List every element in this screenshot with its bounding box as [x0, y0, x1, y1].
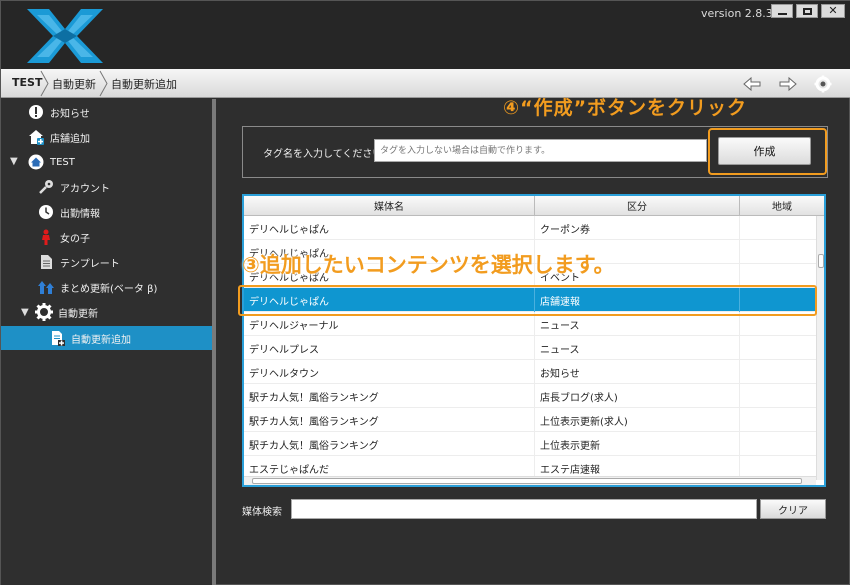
- version-label: version 2.8.3: [701, 7, 773, 20]
- home-icon: [27, 153, 45, 171]
- sidebar-item-label: TEST: [50, 156, 75, 168]
- expand-arrow-icon[interactable]: ▼: [10, 156, 18, 167]
- cell-media: デリヘルじゃぱん: [244, 216, 535, 240]
- cell-media: 駅チカ人気！風俗ランキング: [244, 408, 535, 432]
- table-row[interactable]: デリヘルタウン お知らせ: [244, 360, 816, 384]
- sidebar-item-label: 女の子: [60, 233, 90, 245]
- column-header-region[interactable]: 地域: [740, 196, 824, 216]
- annotation-step-3: ③追加したいコンテンツを選択します。: [242, 253, 615, 277]
- breadcrumb-item-auto-update-add[interactable]: 自動更新追加: [111, 76, 177, 92]
- vertical-scrollbar[interactable]: [816, 216, 824, 480]
- sidebar-item-label: まとめ更新(ベータ β): [60, 283, 158, 295]
- forward-button[interactable]: [777, 73, 799, 95]
- sidebar-item-news[interactable]: お知らせ: [27, 101, 90, 123]
- selected-row-highlight: [238, 285, 817, 316]
- document-icon: [37, 253, 55, 271]
- column-header-media[interactable]: 媒体名: [244, 196, 535, 216]
- arrow-right-icon: [779, 76, 797, 92]
- document-add-icon: [48, 329, 66, 347]
- tag-name-input[interactable]: [374, 139, 707, 162]
- sidebar-item-label: 店舗追加: [50, 133, 90, 145]
- sidebar-item-bulk-update[interactable]: まとめ更新(ベータ β): [37, 276, 157, 298]
- person-icon: [37, 228, 55, 246]
- sidebar-item-account[interactable]: アカウント: [37, 176, 110, 198]
- sidebar-item-label: 自動更新追加: [71, 334, 131, 346]
- cell-category: 店長ブログ(求人): [535, 384, 740, 408]
- cell-media: 駅チカ人気！風俗ランキング: [244, 432, 535, 456]
- cell-region: [740, 384, 824, 408]
- sidebar-item-girls[interactable]: 女の子: [37, 226, 90, 248]
- maximize-button[interactable]: [796, 4, 818, 18]
- sidebar-item-label: 出勤情報: [60, 208, 100, 220]
- cell-category: クーポン券: [535, 216, 740, 240]
- sidebar-item-label: 自動更新: [58, 308, 98, 320]
- close-icon: ✕: [828, 4, 838, 17]
- tag-name-label: タグ名を入力してください。: [263, 149, 393, 160]
- minimize-icon: [777, 12, 787, 15]
- sidebar-splitter[interactable]: [212, 99, 216, 585]
- app-logo-icon: [27, 9, 103, 63]
- sidebar-item-template[interactable]: テンプレート: [37, 251, 120, 273]
- sidebar-item-label: アカウント: [60, 183, 110, 195]
- back-button[interactable]: [741, 73, 763, 95]
- cell-region: [740, 216, 824, 240]
- sidebar-item-auto-update[interactable]: 自動更新: [35, 301, 98, 323]
- cell-media: デリヘルプレス: [244, 336, 535, 360]
- clock-icon: [37, 203, 55, 221]
- table-row[interactable]: デリヘルプレス ニュース: [244, 336, 816, 360]
- sidebar-item-auto-update-add[interactable]: 自動更新追加: [1, 326, 212, 350]
- title-bar: version 2.8.3 ✕: [1, 1, 850, 69]
- media-search-input[interactable]: [291, 499, 757, 519]
- add-shop-icon: [27, 128, 45, 146]
- sidebar-item-label: お知らせ: [50, 108, 90, 120]
- sidebar-item-attendance[interactable]: 出勤情報: [37, 201, 100, 223]
- breadcrumb-item-test[interactable]: TEST: [12, 76, 42, 89]
- breadcrumb-item-auto-update[interactable]: 自動更新: [52, 76, 96, 92]
- info-icon: [27, 103, 45, 121]
- maximize-icon: [802, 7, 812, 15]
- arrow-left-icon: [743, 76, 761, 92]
- clear-button[interactable]: クリア: [760, 499, 826, 519]
- key-icon: [37, 178, 55, 196]
- minimize-button[interactable]: [771, 4, 793, 18]
- table-row[interactable]: 駅チカ人気！風俗ランキング 上位表示更新: [244, 432, 816, 456]
- media-search-label: 媒体検索: [242, 507, 282, 518]
- app-window: version 2.8.3 ✕ TEST 自動更新 自動更新追加 お知らせ 店舗…: [0, 0, 850, 585]
- sidebar-item-test[interactable]: TEST: [27, 151, 75, 173]
- cell-category: ニュース: [535, 336, 740, 360]
- cell-media: デリヘルタウン: [244, 360, 535, 384]
- gear-icon: [35, 303, 53, 321]
- scrollbar-thumb[interactable]: [818, 254, 824, 268]
- settings-button[interactable]: [812, 73, 834, 95]
- breadcrumb-separator-icon: [40, 70, 49, 97]
- cell-category: 上位表示更新: [535, 432, 740, 456]
- cell-media: 駅チカ人気！風俗ランキング: [244, 384, 535, 408]
- create-button-highlight: [708, 128, 827, 175]
- horizontal-scrollbar[interactable]: [244, 476, 816, 485]
- cell-region: [740, 336, 824, 360]
- cell-region: [740, 408, 824, 432]
- bulk-update-icon: [37, 278, 55, 296]
- table-row[interactable]: デリヘルじゃぱん クーポン券: [244, 216, 816, 240]
- cell-category: 上位表示更新(求人): [535, 408, 740, 432]
- breadcrumb-separator-icon: [99, 70, 108, 97]
- scrollbar-thumb[interactable]: [252, 478, 802, 484]
- cell-region: [740, 360, 824, 384]
- sidebar-item-add-shop[interactable]: 店舗追加: [27, 126, 90, 148]
- close-button[interactable]: ✕: [821, 4, 845, 18]
- gear-icon: [814, 75, 832, 93]
- media-table: 媒体名 区分 地域 デリヘルじゃぱん クーポン券 デリヘルじゃぱん デリヘルじゃぱんイ…: [242, 194, 826, 487]
- cell-category: お知らせ: [535, 360, 740, 384]
- table-row[interactable]: 駅チカ人気！風俗ランキング 店長ブログ(求人): [244, 384, 816, 408]
- cell-region: [740, 240, 824, 264]
- annotation-step-4: ④“作成”ボタンをクリック: [503, 97, 748, 119]
- expand-arrow-icon[interactable]: ▼: [21, 307, 29, 318]
- cell-region: [740, 432, 824, 456]
- sidebar-item-label: テンプレート: [60, 258, 120, 270]
- column-header-category[interactable]: 区分: [535, 196, 740, 216]
- table-row[interactable]: 駅チカ人気！風俗ランキング 上位表示更新(求人): [244, 408, 816, 432]
